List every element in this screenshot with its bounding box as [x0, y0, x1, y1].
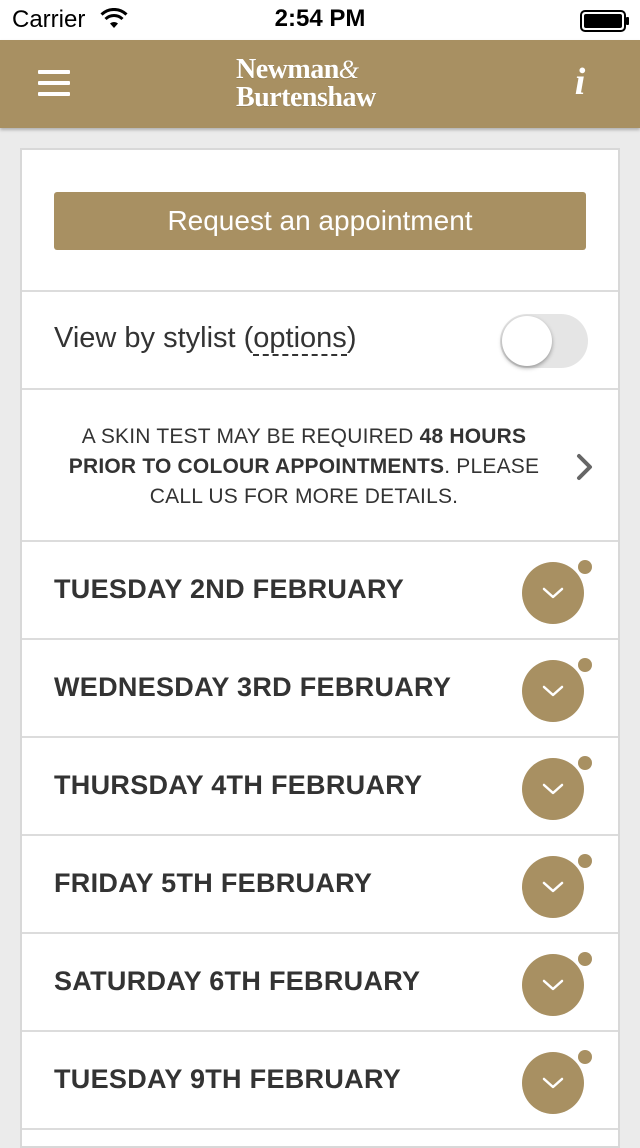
stylist-options-link[interactable]: options: [253, 322, 347, 356]
nav-bar: Newman& Burtenshaw i: [0, 40, 640, 128]
hamburger-menu-icon[interactable]: [38, 70, 70, 98]
day-row[interactable]: TUESDAY 9TH FEBRUARY: [22, 1032, 618, 1130]
request-appointment-button[interactable]: Request an appointment: [54, 192, 586, 250]
expand-day-button[interactable]: [522, 856, 584, 918]
chevron-down-icon: [542, 783, 564, 795]
stylist-label: View by stylist (options): [54, 322, 357, 356]
day-label: SATURDAY 6TH FEBRUARY: [54, 966, 421, 996]
logo-amp: &: [338, 55, 359, 84]
status-time: 2:54 PM: [274, 5, 366, 32]
info-icon[interactable]: i: [566, 62, 594, 102]
chevron-right-icon: [577, 454, 592, 480]
day-label: WEDNESDAY 3RD FEBRUARY: [54, 672, 452, 702]
expand-day-button[interactable]: [522, 954, 584, 1016]
expand-day-button[interactable]: [522, 562, 584, 624]
availability-dot: [578, 1050, 592, 1064]
logo-line2: Burtenshaw: [236, 82, 376, 113]
notice-text: A SKIN TEST MAY BE REQUIRED 48 HOURS PRI…: [68, 425, 540, 508]
availability-dot: [578, 952, 592, 966]
expand-day-button[interactable]: [522, 660, 584, 722]
logo-line1: Newman: [236, 54, 339, 85]
availability-dot: [578, 560, 592, 574]
expand-day-button[interactable]: [522, 1052, 584, 1114]
brand-logo: Newman& Burtenshaw: [236, 56, 406, 114]
day-row[interactable]: FRIDAY 5TH FEBRUARY: [22, 836, 618, 934]
request-row: Request an appointment: [22, 150, 618, 292]
availability-dot: [578, 854, 592, 868]
status-bar: Carrier 2:54 PM: [0, 0, 640, 40]
day-label: FRIDAY 5TH FEBRUARY: [54, 868, 373, 898]
chevron-down-icon: [542, 685, 564, 697]
availability-dot: [578, 756, 592, 770]
day-list: TUESDAY 2ND FEBRUARY WEDNESDAY 3RD FEBRUA…: [22, 542, 618, 1130]
day-row[interactable]: TUESDAY 2ND FEBRUARY: [22, 542, 618, 640]
chevron-down-icon: [542, 1077, 564, 1089]
battery-icon: [580, 10, 629, 32]
day-label: TUESDAY 2ND FEBRUARY: [54, 574, 405, 604]
day-label: THURSDAY 4TH FEBRUARY: [54, 770, 423, 800]
view-by-stylist-toggle[interactable]: [500, 314, 588, 368]
day-row[interactable]: WEDNESDAY 3RD FEBRUARY: [22, 640, 618, 738]
day-row[interactable]: THURSDAY 4TH FEBRUARY: [22, 738, 618, 836]
chevron-down-icon: [542, 881, 564, 893]
toggle-knob: [502, 316, 552, 366]
chevron-down-icon: [542, 979, 564, 991]
stylist-row: View by stylist (options): [22, 292, 618, 390]
day-label: TUESDAY 9TH FEBRUARY: [54, 1064, 402, 1094]
appointments-card: Request an appointment View by stylist (…: [20, 148, 620, 1148]
expand-day-button[interactable]: [522, 758, 584, 820]
day-row[interactable]: SATURDAY 6TH FEBRUARY: [22, 934, 618, 1032]
chevron-down-icon: [542, 587, 564, 599]
availability-dot: [578, 658, 592, 672]
skin-test-notice[interactable]: A SKIN TEST MAY BE REQUIRED 48 HOURS PRI…: [22, 390, 618, 542]
